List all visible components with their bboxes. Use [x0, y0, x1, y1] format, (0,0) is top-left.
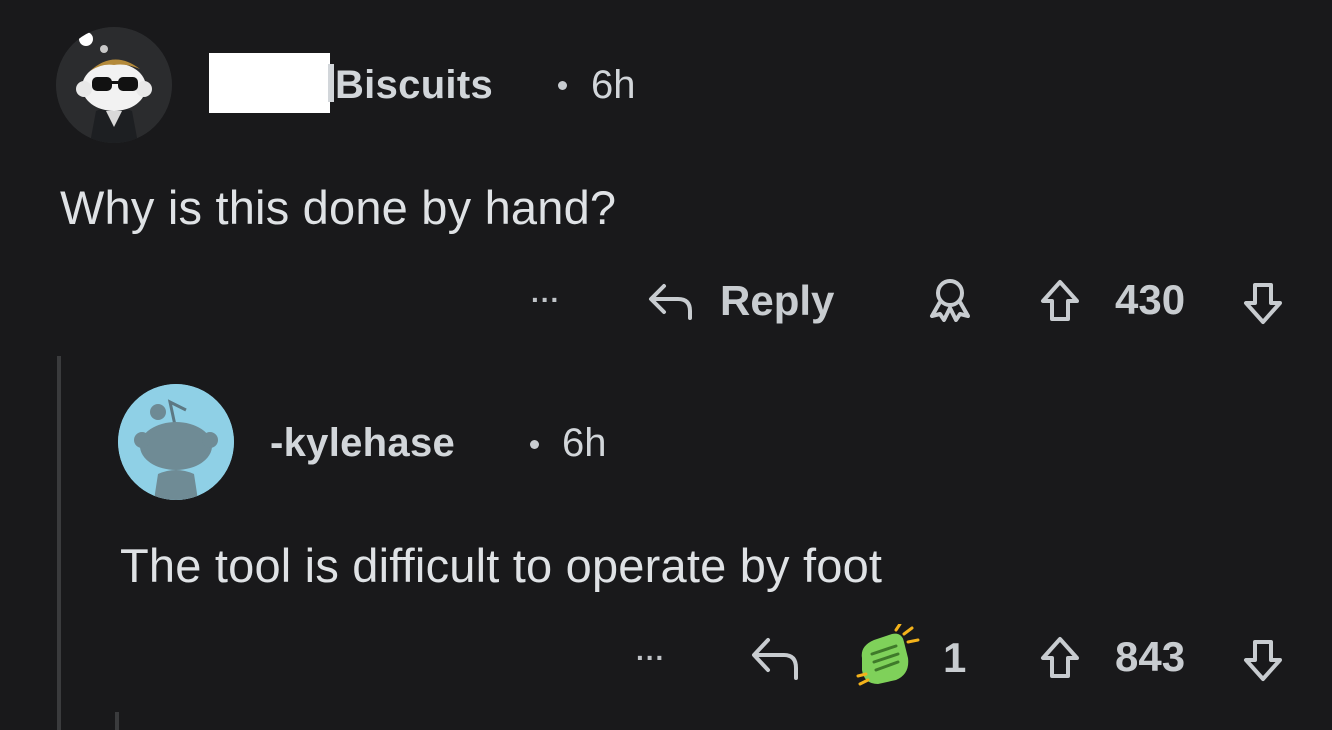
vote-score: 430	[1115, 276, 1186, 323]
downvote-icon[interactable]	[1241, 279, 1285, 327]
reply-icon[interactable]	[748, 632, 804, 682]
avatar[interactable]	[56, 27, 172, 143]
comment-username[interactable]: Biscuits	[335, 63, 493, 108]
reply-avatar[interactable]	[118, 384, 234, 500]
award-icon[interactable]	[924, 278, 976, 322]
thread-line-child	[115, 712, 119, 730]
snoo-sunglasses-icon	[56, 27, 172, 143]
award-count: 1	[943, 634, 967, 681]
reply-username[interactable]: -kylehase	[270, 421, 455, 466]
vote-score: 843	[1115, 633, 1186, 680]
more-options-button[interactable]: ...	[531, 277, 560, 309]
username-redaction-bar	[328, 64, 334, 102]
reply-time: 6h	[562, 421, 607, 465]
more-options-button[interactable]: ...	[636, 635, 665, 667]
thread-line	[57, 356, 61, 730]
separator-dot	[530, 440, 539, 449]
reply-icon[interactable]	[646, 280, 696, 320]
upvote-icon[interactable]	[1038, 634, 1082, 682]
comment-time: 6h	[591, 63, 636, 107]
reply-button[interactable]: Reply	[720, 277, 834, 325]
reply-body: The tool is difficult to operate by foot	[120, 539, 883, 592]
comment-body: Why is this done by hand?	[60, 181, 617, 234]
redaction-block	[209, 53, 330, 113]
snoo-default-icon	[118, 384, 234, 500]
downvote-icon[interactable]	[1241, 636, 1285, 684]
clapping-hands-award-icon[interactable]	[852, 624, 922, 688]
separator-dot	[558, 81, 567, 90]
upvote-icon[interactable]	[1038, 277, 1082, 325]
